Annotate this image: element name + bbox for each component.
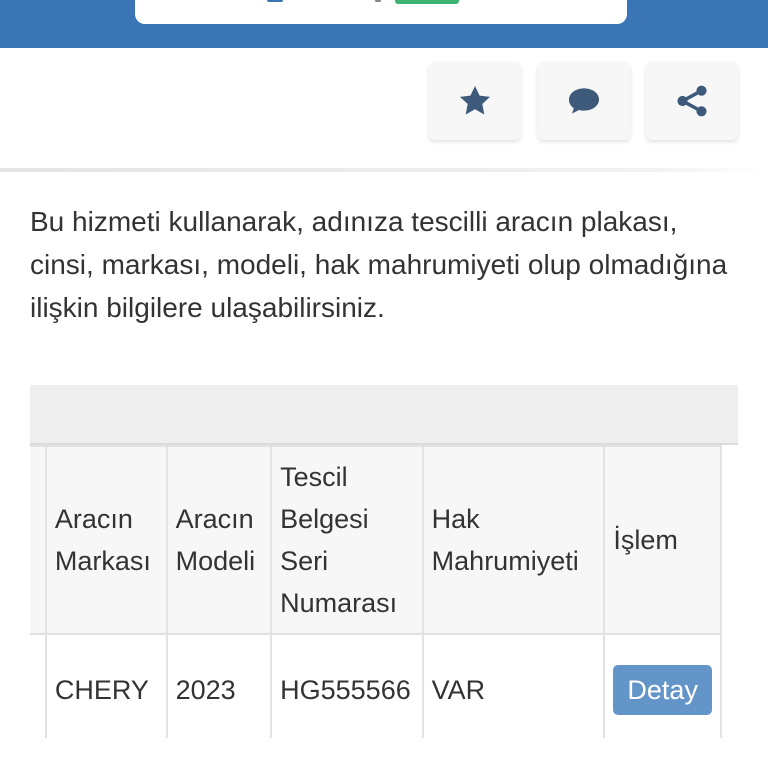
cell-serial: HG555566 — [270, 633, 424, 738]
header-search-card — [135, 0, 627, 24]
column-header-cut — [30, 445, 47, 635]
table-row: - CHERY 2023 HG555566 VAR Detay — [30, 633, 722, 738]
vehicle-data-table: Aracın Markası Aracın Modeli Tescil Belg… — [30, 445, 722, 738]
speech-bubble-icon — [568, 88, 600, 114]
checkbox-icon[interactable] — [267, 0, 283, 2]
column-header-action: İşlem — [603, 445, 722, 635]
cell-cut: - — [30, 633, 47, 738]
service-description: Bu hizmeti kullanarak, adınıza tescilli … — [30, 206, 728, 323]
table-header-row: Aracın Markası Aracın Modeli Tescil Belg… — [30, 445, 722, 635]
column-header-serial: Tescil Belgesi Seri Numarası — [270, 445, 424, 635]
divider — [0, 168, 768, 172]
table-toolbar — [30, 385, 738, 445]
top-header-bar — [0, 0, 768, 48]
action-toolbar — [0, 62, 768, 142]
submit-button[interactable] — [395, 0, 459, 4]
column-header-brand: Aracın Markası — [44, 445, 168, 635]
vehicle-table: Aracın Markası Aracın Modeli Tescil Belg… — [30, 385, 738, 738]
comment-button[interactable] — [538, 62, 630, 140]
share-icon — [677, 85, 707, 117]
cell-restriction: VAR — [421, 633, 606, 738]
cell-action: Detay — [603, 633, 722, 738]
cell-model: 2023 — [165, 633, 273, 738]
detail-button[interactable]: Detay — [613, 665, 712, 715]
favorite-button[interactable] — [429, 62, 521, 140]
text-fragment — [375, 0, 381, 2]
column-header-restriction: Hak Mahrumiyeti — [421, 445, 606, 635]
column-header-model: Aracın Modeli — [165, 445, 273, 635]
star-icon — [459, 85, 491, 115]
cell-brand: CHERY — [44, 633, 168, 738]
share-button[interactable] — [646, 62, 738, 140]
